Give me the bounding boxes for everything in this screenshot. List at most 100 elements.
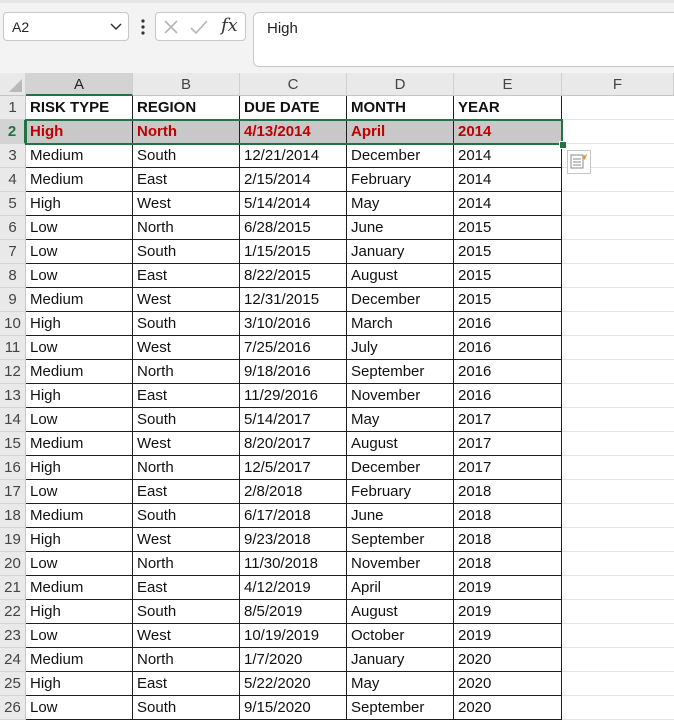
table-cell[interactable]: August [347, 432, 454, 456]
fill-handle[interactable] [559, 141, 567, 149]
table-cell[interactable]: 12/5/2017 [240, 456, 347, 480]
table-cell[interactable]: 1/7/2020 [240, 648, 347, 672]
table-cell[interactable]: August [347, 264, 454, 288]
table-cell[interactable]: 2014 [454, 192, 562, 216]
column-header-d[interactable]: D [347, 73, 454, 96]
select-all-button[interactable] [0, 73, 26, 96]
table-cell[interactable]: High [26, 384, 133, 408]
function-icon[interactable]: fx [221, 15, 238, 36]
row-header-7[interactable]: 7 [0, 240, 26, 264]
table-cell[interactable]: 9/18/2016 [240, 360, 347, 384]
table-cell[interactable]: 1/15/2015 [240, 240, 347, 264]
table-cell[interactable]: 2014 [454, 120, 562, 144]
row-header-21[interactable]: 21 [0, 576, 26, 600]
table-cell[interactable]: 3/10/2016 [240, 312, 347, 336]
table-cell[interactable]: 2016 [454, 384, 562, 408]
table-cell[interactable]: West [133, 432, 240, 456]
row-header-17[interactable]: 17 [0, 480, 26, 504]
table-cell[interactable]: South [133, 600, 240, 624]
table-cell[interactable]: East [133, 384, 240, 408]
table-cell[interactable]: High [26, 600, 133, 624]
table-cell[interactable]: Low [26, 336, 133, 360]
empty-cell-f[interactable] [562, 696, 674, 720]
row-header-1[interactable]: 1 [0, 96, 26, 120]
table-cell[interactable]: 9/15/2020 [240, 696, 347, 720]
table-cell[interactable]: 11/30/2018 [240, 552, 347, 576]
table-cell[interactable]: 5/14/2017 [240, 408, 347, 432]
table-cell[interactable]: Medium [26, 648, 133, 672]
table-cell[interactable]: East [133, 168, 240, 192]
quick-analysis-button[interactable] [567, 150, 591, 174]
row-header-6[interactable]: 6 [0, 216, 26, 240]
table-cell[interactable]: 2/8/2018 [240, 480, 347, 504]
table-cell[interactable]: Low [26, 216, 133, 240]
row-header-23[interactable]: 23 [0, 624, 26, 648]
table-cell[interactable]: June [347, 504, 454, 528]
row-header-22[interactable]: 22 [0, 600, 26, 624]
row-header-4[interactable]: 4 [0, 168, 26, 192]
row-header-13[interactable]: 13 [0, 384, 26, 408]
table-cell[interactable]: High [26, 528, 133, 552]
table-cell[interactable]: Medium [26, 288, 133, 312]
empty-cell-f[interactable] [562, 192, 674, 216]
table-cell[interactable]: 2017 [454, 432, 562, 456]
table-cell[interactable]: Low [26, 240, 133, 264]
empty-cell-f[interactable] [562, 600, 674, 624]
table-cell[interactable]: Low [26, 696, 133, 720]
table-cell[interactable]: Low [26, 264, 133, 288]
empty-cell-f[interactable] [562, 648, 674, 672]
column-header-b[interactable]: B [133, 73, 240, 96]
table-cell[interactable]: 2020 [454, 696, 562, 720]
row-header-16[interactable]: 16 [0, 456, 26, 480]
table-cell[interactable]: 11/29/2016 [240, 384, 347, 408]
table-cell[interactable]: South [133, 696, 240, 720]
more-options-icon[interactable] [138, 18, 148, 36]
table-cell[interactable]: Medium [26, 360, 133, 384]
table-cell[interactable]: February [347, 480, 454, 504]
table-cell[interactable]: 2019 [454, 624, 562, 648]
table-cell[interactable]: 2015 [454, 288, 562, 312]
empty-cell-f[interactable] [562, 216, 674, 240]
table-cell[interactable]: 8/5/2019 [240, 600, 347, 624]
table-cell[interactable]: 2015 [454, 216, 562, 240]
row-header-8[interactable]: 8 [0, 264, 26, 288]
table-cell[interactable]: October [347, 624, 454, 648]
table-cell[interactable]: April [347, 120, 454, 144]
row-header-18[interactable]: 18 [0, 504, 26, 528]
table-cell[interactable]: East [133, 480, 240, 504]
row-header-26[interactable]: 26 [0, 696, 26, 720]
empty-cell-f[interactable] [562, 120, 674, 144]
row-header-11[interactable]: 11 [0, 336, 26, 360]
table-cell[interactable]: 4/12/2019 [240, 576, 347, 600]
table-cell[interactable]: North [133, 120, 240, 144]
table-cell[interactable]: West [133, 288, 240, 312]
table-cell[interactable]: East [133, 576, 240, 600]
empty-cell-f[interactable] [562, 576, 674, 600]
table-cell[interactable]: South [133, 504, 240, 528]
table-cell[interactable]: Low [26, 552, 133, 576]
table-cell[interactable]: February [347, 168, 454, 192]
table-cell[interactable]: November [347, 552, 454, 576]
table-cell[interactable]: North [133, 360, 240, 384]
table-cell[interactable]: 2018 [454, 480, 562, 504]
close-icon[interactable] [163, 19, 179, 35]
table-cell[interactable]: September [347, 360, 454, 384]
table-cell[interactable]: East [133, 264, 240, 288]
table-cell[interactable]: November [347, 384, 454, 408]
table-cell[interactable]: 6/28/2015 [240, 216, 347, 240]
table-cell[interactable]: North [133, 552, 240, 576]
empty-cell-f[interactable] [562, 528, 674, 552]
table-cell[interactable]: 2016 [454, 336, 562, 360]
table-cell[interactable]: April [347, 576, 454, 600]
table-cell[interactable]: North [133, 648, 240, 672]
row-header-20[interactable]: 20 [0, 552, 26, 576]
table-cell[interactable]: 2018 [454, 504, 562, 528]
table-cell[interactable]: North [133, 456, 240, 480]
chevron-down-icon[interactable] [110, 22, 122, 32]
table-cell[interactable]: South [133, 312, 240, 336]
table-cell[interactable]: South [133, 144, 240, 168]
table-cell[interactable]: West [133, 336, 240, 360]
table-cell[interactable]: December [347, 288, 454, 312]
table-cell[interactable]: March [347, 312, 454, 336]
row-header-2[interactable]: 2 [0, 120, 26, 144]
